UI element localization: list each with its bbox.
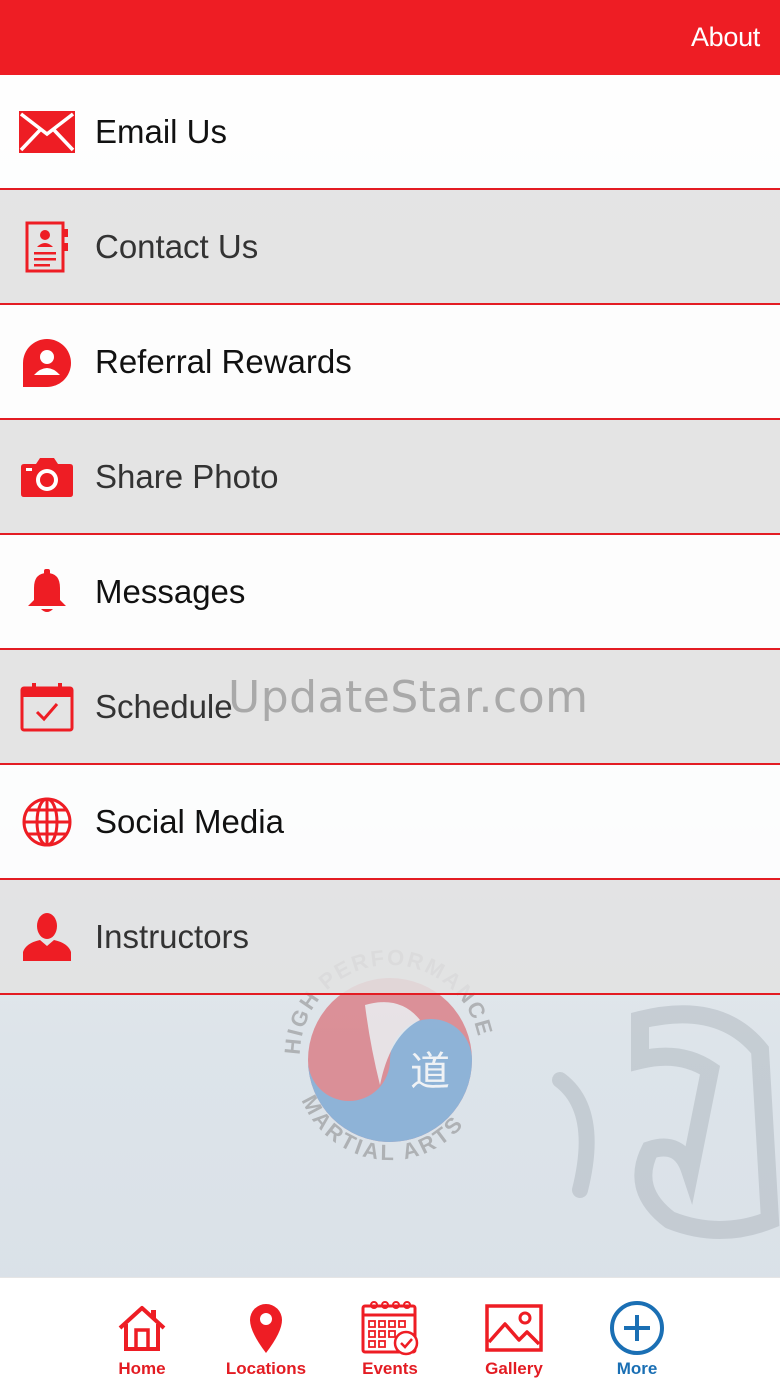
tab-events[interactable]: Events [325,1278,455,1387]
menu-item-label: Email Us [95,112,228,150]
tab-locations[interactable]: Locations [201,1278,331,1387]
calendar-check-icon [18,678,76,736]
menu-item-label: Share Photo [95,457,279,495]
bell-icon [18,563,76,621]
menu-item-email-us[interactable]: Email Us [0,75,780,190]
menu-item-label: Messages [95,572,246,610]
image-icon [484,1298,544,1358]
header-bar: About [0,0,780,75]
camera-icon [18,448,76,506]
menu-item-referral-rewards[interactable]: Referral Rewards [0,305,780,420]
menu-item-social-media[interactable]: Social Media [0,765,780,880]
menu-item-share-photo[interactable]: Share Photo [0,420,780,535]
home-icon [112,1298,172,1358]
tab-home[interactable]: Home [77,1278,207,1387]
calendar-grid-icon [360,1298,420,1358]
menu-item-label: Social Media [95,802,284,840]
bottom-tab-bar: Home Locations Events Gallery More [0,1277,780,1387]
menu-item-label: Schedule [95,687,233,725]
tab-label: Home [118,1359,166,1378]
menu-item-label: Contact Us [95,227,259,265]
map-pin-icon [236,1298,296,1358]
menu-item-instructors[interactable]: Instructors [0,880,780,995]
menu-item-label: Instructors [95,917,250,955]
contact-card-icon [18,218,76,276]
tab-gallery[interactable]: Gallery [449,1278,579,1387]
plus-circle-icon [607,1298,667,1358]
page-title: About [690,22,760,52]
envelope-icon [18,103,76,161]
person-icon [18,908,76,966]
watermark-text: UpdateStar.com [228,672,589,723]
menu-item-messages[interactable]: Messages [0,535,780,650]
tab-label: More [616,1359,658,1378]
svg-text:道: 道 [410,1049,450,1095]
tab-label: Events [362,1359,418,1378]
menu-item-label: Referral Rewards [95,342,352,380]
tab-label: Gallery [485,1359,543,1378]
globe-icon [18,793,76,851]
menu-list: Email Us Contact Us Referral Rewards Sha… [0,75,780,995]
tab-label: Locations [225,1359,307,1378]
referral-user-icon [18,333,76,391]
tab-more[interactable]: More [572,1278,702,1387]
menu-item-contact-us[interactable]: Contact Us [0,190,780,305]
calligraphy-decoration [552,1005,780,1239]
